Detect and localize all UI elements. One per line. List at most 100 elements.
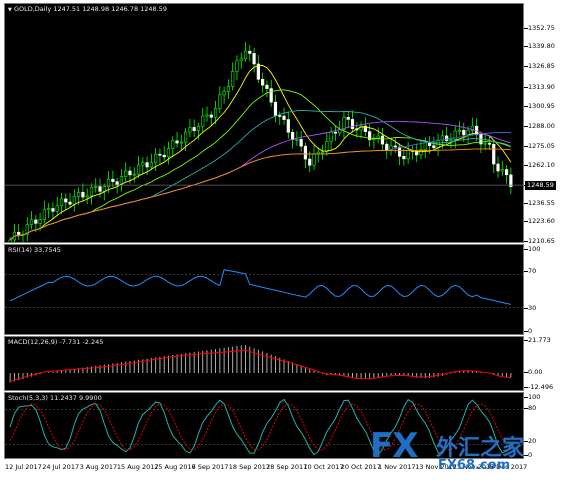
- macd-tick-label: 21.773: [528, 336, 551, 344]
- candle-body: [141, 162, 145, 166]
- macd-label: MACD(12,26,9) -7.731 -2.245: [8, 338, 104, 346]
- candle-body: [308, 158, 312, 166]
- candle-body: [94, 186, 98, 188]
- time-axis-label: 12 Jul 2017: [5, 463, 42, 471]
- candle-body: [124, 170, 128, 177]
- triangle-down-icon[interactable]: ▼: [8, 7, 12, 13]
- candle-body: [504, 169, 509, 176]
- price-tick-label: 1236.55: [528, 199, 555, 207]
- price-tick-label: 1313.90: [528, 83, 555, 91]
- candle-body: [149, 162, 153, 168]
- candle-body: [213, 108, 218, 118]
- candle-body: [179, 141, 183, 144]
- candle-body: [299, 139, 303, 147]
- candle-body: [98, 186, 102, 192]
- candle-body: [201, 115, 205, 127]
- price-tick-label: 1275.05: [528, 142, 555, 150]
- candle-body: [500, 169, 504, 172]
- candle-body: [64, 198, 68, 203]
- candle-body: [226, 85, 231, 92]
- candle-body: [81, 191, 85, 198]
- candle-body: [166, 148, 171, 158]
- rsi-label: RSI(14) 33.7545: [8, 246, 61, 254]
- price-tick-label: 1352.75: [528, 24, 555, 32]
- symbol-label: GOLD,Daily: [13, 5, 52, 13]
- candle-body: [248, 50, 252, 54]
- candle-body: [273, 101, 278, 116]
- time-axis-label: 24 Jul 2017: [42, 463, 80, 471]
- candle-body: [102, 186, 106, 192]
- time-axis-label: 25 Aug 2017: [154, 463, 196, 471]
- candle-body: [312, 153, 316, 166]
- candle-body: [466, 130, 470, 136]
- price-chart-pane[interactable]: ▼ GOLD,Daily 1247.51 1248.98 1246.78 124…: [4, 3, 524, 243]
- candle-body: [449, 139, 453, 141]
- fx68-watermark-logo: FX 外汇之家 FX68.com: [370, 426, 565, 476]
- moving-average-line: [9, 89, 512, 241]
- moving-average-line: [9, 110, 512, 241]
- price-tick-label: 1288.00: [528, 122, 555, 130]
- candle-body: [282, 115, 286, 120]
- candle-body: [402, 155, 406, 160]
- candle-body: [380, 135, 385, 145]
- candle-body: [136, 164, 141, 175]
- candle-body: [492, 143, 496, 165]
- time-axis-label: 6 Sep 2017: [191, 463, 229, 471]
- candle-body: [89, 187, 94, 197]
- ohlc-values: 1247.51 1248.98 1246.78 1248.59: [53, 5, 168, 13]
- rsi-line: [9, 269, 512, 305]
- moving-average-line: [9, 120, 512, 241]
- macd-pane[interactable]: MACD(12,26,9) -7.731 -2.245: [4, 336, 524, 391]
- candle-body: [320, 151, 325, 154]
- candle-body: [68, 201, 72, 205]
- price-chart-canvas[interactable]: [5, 4, 524, 243]
- macd-signal-line: [9, 349, 511, 382]
- candle-body: [397, 146, 402, 157]
- candle-body: [47, 208, 51, 211]
- rsi-scale[interactable]: 100 70 30 0: [524, 244, 565, 335]
- candle-body: [34, 219, 38, 224]
- candle-body: [462, 129, 466, 136]
- candle-body: [316, 151, 320, 155]
- candle-body: [77, 191, 81, 197]
- candle-body: [457, 129, 462, 132]
- candle-body: [329, 131, 333, 142]
- price-tick-label: 1300.95: [528, 102, 555, 110]
- candle-body: [333, 131, 337, 134]
- time-axis-label: 3 Aug 2017: [79, 463, 118, 471]
- candle-body: [406, 150, 410, 160]
- rsi-canvas[interactable]: [5, 245, 524, 335]
- rsi-pane[interactable]: RSI(14) 33.7545: [4, 244, 524, 335]
- macd-tick-label: 0.00: [528, 368, 543, 376]
- candle-body: [42, 209, 46, 220]
- candle-body: [184, 131, 188, 143]
- candle-body: [243, 50, 248, 60]
- candle-body: [171, 140, 175, 149]
- stoch-tick-label: 100: [528, 393, 541, 401]
- candle-body: [145, 162, 149, 168]
- candle-body: [261, 79, 265, 86]
- time-axis-label: 15 Aug 2017: [116, 463, 159, 471]
- candle-body: [265, 84, 269, 89]
- candle-body: [235, 60, 239, 72]
- candle-body: [17, 231, 21, 235]
- price-tick-label: 1223.60: [528, 217, 555, 225]
- chart-window[interactable]: ▼ GOLD,Daily 1247.51 1248.98 1246.78 124…: [0, 0, 565, 486]
- stochastic-label: Stoch(5,3,3) 11.2437 9.9900: [8, 394, 102, 402]
- candle-body: [393, 145, 397, 148]
- candle-body: [303, 145, 308, 160]
- candle-body: [85, 195, 89, 198]
- macd-scale[interactable]: 21.773 0.00 -12.496: [524, 336, 565, 391]
- candle-body: [218, 94, 222, 109]
- candle-body: [325, 141, 329, 153]
- candle-body: [175, 140, 179, 144]
- candle-body: [239, 58, 243, 62]
- time-axis-label: 28 Sep 2017: [266, 463, 308, 471]
- candle-body: [487, 142, 492, 145]
- rsi-tick-label: 100: [528, 245, 541, 253]
- price-scale[interactable]: 1352.75 1339.80 1326.85 1313.90 1300.95 1288.…: [524, 3, 565, 245]
- watermark-url: FX68.com: [438, 458, 511, 473]
- price-tick-label: 1339.80: [528, 42, 555, 50]
- candle-body: [38, 219, 42, 224]
- candle-body: [346, 117, 350, 120]
